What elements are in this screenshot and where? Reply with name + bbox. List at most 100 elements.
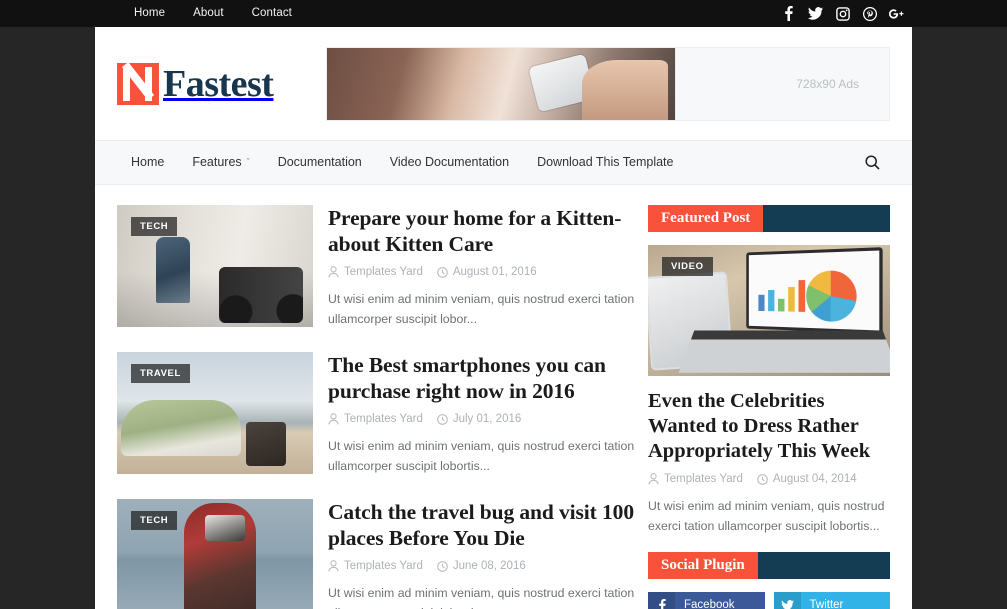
- main-navigation: Home Features ˇ Documentation Video Docum…: [95, 140, 912, 185]
- search-toggle[interactable]: [865, 155, 890, 170]
- post-meta: Templates Yard June 08, 2016: [328, 560, 635, 572]
- post-title[interactable]: Catch the travel bug and visit 100 place…: [328, 499, 635, 551]
- post-excerpt: Ut wisi enim ad minim veniam, quis nostr…: [328, 292, 635, 326]
- ad-placeholder: 728x90 Ads: [674, 47, 889, 120]
- nav-item-download-this-template[interactable]: Download This Template: [523, 141, 687, 184]
- top-bar: Home About Contact: [0, 0, 1007, 27]
- social-plugin-widget: Social Plugin Facebook Twitter: [648, 552, 890, 609]
- post-body: Prepare your home for a Kitten-about Kit…: [313, 205, 635, 329]
- featured-post-author-label: Templates Yard: [664, 473, 743, 485]
- post-date: July 01, 2016: [436, 413, 521, 425]
- instagram-icon[interactable]: [829, 0, 856, 27]
- nav-item-features[interactable]: Features ˇ: [178, 141, 263, 184]
- site-container: Fastest 728x90 Ads Home Features ˇ Docume…: [95, 27, 912, 609]
- clock-icon: [436, 266, 448, 278]
- nav-item-label: Download This Template: [537, 155, 674, 169]
- nav-item-label: Features: [192, 155, 242, 169]
- facebook-icon: [648, 592, 675, 609]
- ad-size-label: 728x90 Ads: [796, 76, 859, 91]
- post-author: Templates Yard: [328, 560, 423, 572]
- bar-chart-shape: [758, 277, 805, 312]
- clock-icon: [436, 413, 448, 425]
- search-icon: [865, 155, 880, 170]
- post-body: Catch the travel bug and visit 100 place…: [313, 499, 635, 609]
- featured-category-badge[interactable]: VIDEO: [662, 257, 713, 276]
- post-thumbnail[interactable]: TRAVEL: [117, 352, 313, 474]
- clock-icon: [436, 560, 448, 572]
- ad-image: [326, 47, 675, 120]
- widget-title: Featured Post: [648, 205, 764, 232]
- featured-post-thumbnail[interactable]: VIDEO: [648, 245, 890, 376]
- post-item[interactable]: TECH Catch the travel bug and visit 100 …: [117, 499, 635, 609]
- nav-item-label: Video Documentation: [389, 155, 510, 169]
- google-plus-icon[interactable]: [883, 0, 910, 27]
- clock-icon: [756, 473, 768, 485]
- user-icon: [328, 266, 339, 278]
- top-bar-nav: Home About Contact: [120, 0, 306, 27]
- post-thumbnail[interactable]: TECH: [117, 499, 313, 609]
- post-meta: Templates Yard August 01, 2016: [328, 266, 635, 278]
- featured-post-date: August 04, 2014: [756, 473, 857, 485]
- nav-item-label: Documentation: [277, 155, 362, 169]
- featured-post-meta: Templates Yard August 04, 2014: [648, 473, 890, 485]
- facebook-icon[interactable]: [775, 0, 802, 27]
- post-title[interactable]: The Best smartphones you can purchase ri…: [328, 352, 635, 404]
- post-date-label: June 08, 2016: [452, 560, 526, 572]
- nav-item-video-documentation[interactable]: Video Documentation: [376, 141, 523, 184]
- lightning-n-icon: [117, 62, 159, 105]
- topbar-item-contact[interactable]: Contact: [238, 0, 306, 27]
- twitter-button-label: Twitter: [809, 599, 844, 609]
- facebook-follow-button[interactable]: Facebook: [648, 592, 765, 609]
- post-author: Templates Yard: [328, 413, 423, 425]
- post-date: June 08, 2016: [436, 560, 526, 572]
- header-ad-banner[interactable]: 728x90 Ads: [325, 46, 890, 121]
- laptop-keyboard: [678, 330, 890, 373]
- user-icon: [648, 473, 659, 485]
- pie-chart-shape: [805, 270, 857, 323]
- post-list: TECH Prepare your home for a Kitten-abou…: [117, 205, 635, 609]
- nav-item-home[interactable]: Home: [117, 141, 178, 184]
- twitter-follow-button[interactable]: Twitter: [773, 592, 890, 609]
- chevron-down-icon: ˇ: [246, 157, 250, 167]
- content-area: TECH Prepare your home for a Kitten-abou…: [95, 185, 912, 609]
- widget-header: Social Plugin: [648, 552, 890, 579]
- topbar-item-about[interactable]: About: [179, 0, 238, 27]
- topbar-item-home[interactable]: Home: [120, 0, 179, 27]
- page-root: Home About Contact Fastest 728x90 Ads Ho…: [0, 0, 1007, 609]
- post-author-label: Templates Yard: [344, 266, 423, 278]
- user-icon: [328, 413, 339, 425]
- top-bar-social-links: [775, 0, 910, 27]
- site-title: Fastest: [163, 62, 274, 105]
- pinterest-icon[interactable]: [856, 0, 883, 27]
- facebook-button-label: Facebook: [684, 599, 735, 609]
- twitter-icon[interactable]: [802, 0, 829, 27]
- post-category-badge[interactable]: TECH: [131, 217, 178, 236]
- widget-header: Featured Post: [648, 205, 890, 232]
- sidebar: Featured Post VIDEO Even the Celebrities…: [648, 205, 890, 609]
- post-date: August 01, 2016: [436, 266, 537, 278]
- post-author-label: Templates Yard: [344, 560, 423, 572]
- post-thumbnail[interactable]: TECH: [117, 205, 313, 327]
- post-item[interactable]: TECH Prepare your home for a Kitten-abou…: [117, 205, 635, 329]
- post-meta: Templates Yard July 01, 2016: [328, 413, 635, 425]
- laptop-screen: [746, 247, 883, 335]
- featured-post-excerpt: Ut wisi enim ad minim veniam, quis nostr…: [648, 499, 885, 533]
- post-author-label: Templates Yard: [344, 413, 423, 425]
- post-title[interactable]: Prepare your home for a Kitten-about Kit…: [328, 205, 635, 257]
- twitter-icon: [773, 592, 801, 609]
- post-body: The Best smartphones you can purchase ri…: [313, 352, 635, 476]
- post-excerpt: Ut wisi enim ad minim veniam, quis nostr…: [328, 439, 635, 473]
- post-category-badge[interactable]: TRAVEL: [131, 364, 190, 383]
- nav-item-label: Home: [131, 155, 165, 169]
- site-logo[interactable]: Fastest: [117, 62, 318, 106]
- widget-title: Social Plugin: [648, 552, 758, 579]
- post-item[interactable]: TRAVEL The Best smartphones you can purc…: [117, 352, 635, 476]
- featured-post-widget: Featured Post VIDEO Even the Celebrities…: [648, 205, 890, 536]
- post-date-label: August 01, 2016: [452, 266, 537, 278]
- site-header: Fastest 728x90 Ads: [95, 27, 912, 140]
- social-buttons: Facebook Twitter: [648, 592, 890, 609]
- user-icon: [328, 560, 339, 572]
- post-category-badge[interactable]: TECH: [131, 511, 178, 530]
- featured-post-title[interactable]: Even the Celebrities Wanted to Dress Rat…: [648, 389, 890, 464]
- nav-item-documentation[interactable]: Documentation: [264, 141, 376, 184]
